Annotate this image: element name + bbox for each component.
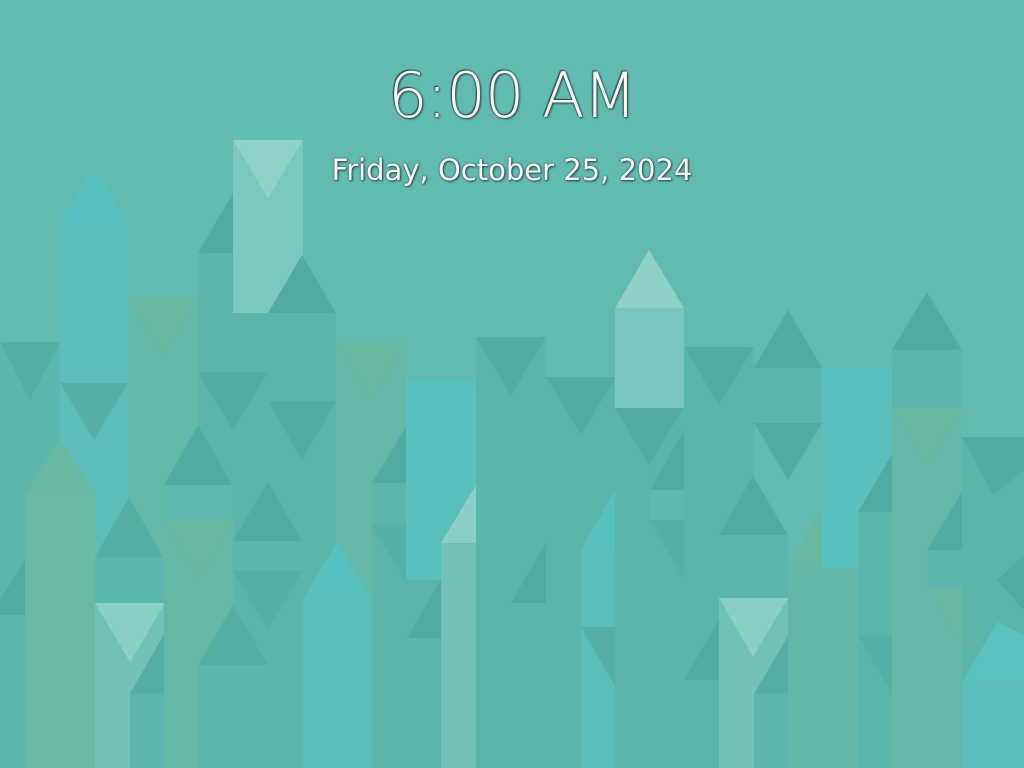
lock-screen[interactable]: 6:00 AM Friday, October 25, 2024	[0, 0, 1024, 768]
clock-widget: 6:00 AM Friday, October 25, 2024	[0, 0, 1024, 200]
clock-time: 6:00 AM	[388, 59, 637, 132]
clock-date: Friday, October 25, 2024	[331, 153, 693, 187]
